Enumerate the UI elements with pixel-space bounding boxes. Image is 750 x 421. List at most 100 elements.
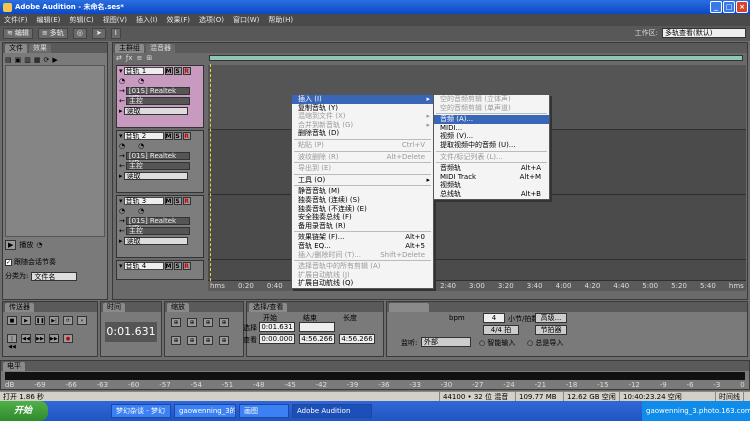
play-button[interactable]: ▶ xyxy=(21,316,31,325)
follow-session-checkbox[interactable]: ✓ 跟随会话节奏 xyxy=(5,257,56,267)
menu-item-0[interactable]: 文件(F) xyxy=(4,15,28,25)
volume-knob-icon[interactable]: ◔ xyxy=(119,142,125,150)
io-icon[interactable]: ⇄ xyxy=(116,54,122,62)
solo-button[interactable]: S xyxy=(173,132,182,140)
track-lane-3[interactable] xyxy=(208,195,746,260)
monitor-select[interactable]: 外部 xyxy=(421,337,471,347)
always-input-radio[interactable]: ○ 总是导入 xyxy=(527,338,563,348)
menu-item[interactable]: 提取视频中的音频 (U)... xyxy=(434,141,549,150)
menu-item[interactable]: 音轨 EQ... Alt+5 xyxy=(292,242,433,251)
workspace-select[interactable]: 多轨查看(默认) xyxy=(662,28,746,38)
track-name-field[interactable]: 音轨 3 xyxy=(123,197,164,205)
selection-end-field[interactable] xyxy=(299,322,335,332)
import-icon[interactable]: ▤ xyxy=(5,56,12,64)
menu-item-3[interactable]: 视图(V) xyxy=(103,15,127,25)
zoom-selection-button[interactable]: ⊕ xyxy=(187,336,197,345)
selection-start-field[interactable]: 0:01.631 xyxy=(259,322,295,332)
view-length-field[interactable]: 4:56.266 xyxy=(339,334,375,344)
edit-file-icon[interactable]: ▦ xyxy=(34,56,41,64)
menu-item-7[interactable]: 窗口(W) xyxy=(233,15,259,25)
menu-item[interactable]: 备用录音轨 (R) xyxy=(292,222,433,231)
menu-item-6[interactable]: 选项(O) xyxy=(199,15,224,25)
record-button[interactable]: R xyxy=(182,67,191,75)
fx-icon[interactable]: ƒx xyxy=(126,54,133,62)
multitrack-view-button[interactable]: ≡ 多轨 xyxy=(37,28,68,39)
track-name-field[interactable]: 音轨 2 xyxy=(123,132,164,140)
zoom-out-vertical-button[interactable]: ⊕ xyxy=(219,336,229,345)
file-list[interactable] xyxy=(5,65,105,237)
tab-main-group[interactable]: 主群组 xyxy=(115,44,144,53)
advanced-button[interactable]: 高级... xyxy=(535,313,567,323)
menu-item-2[interactable]: 剪辑(C) xyxy=(69,15,93,25)
edit-view-button[interactable]: ≋ 编辑 xyxy=(3,28,33,39)
go-start-button[interactable]: |◀◀ xyxy=(7,334,17,350)
solo-button[interactable]: S xyxy=(173,262,182,270)
track-output-select[interactable]: 主控 xyxy=(125,162,190,170)
menu-item[interactable]: 插入 (I) ▸ xyxy=(292,95,433,104)
track-collapse-icon[interactable]: ▾ xyxy=(119,197,123,205)
taskbar-item-0[interactable]: 梦幻杂谈 - 梦幻 xyxy=(111,404,171,418)
zoom-in-horizontal-button[interactable]: ⊕ xyxy=(171,318,181,327)
pause-button[interactable]: ❚❚ xyxy=(35,316,45,325)
track-output-select[interactable]: 主控 xyxy=(125,227,190,235)
tab-files[interactable]: 文件 xyxy=(5,44,27,53)
mute-button[interactable]: M xyxy=(164,262,173,270)
menu-item[interactable]: 视频轨 xyxy=(434,181,549,190)
record-button[interactable]: R xyxy=(182,262,191,270)
start-button[interactable]: 开始 xyxy=(0,401,48,421)
mute-button[interactable]: M xyxy=(164,197,173,205)
view-start-field[interactable]: 0:00.000 xyxy=(259,334,295,344)
sort-select[interactable]: 文件名 xyxy=(31,271,78,281)
menu-item[interactable]: 文件/标记列表 (L)... xyxy=(434,153,549,162)
menu-item[interactable]: 音频 (A)... xyxy=(434,115,549,124)
loop-button[interactable]: ⟳ xyxy=(63,316,73,325)
zoom-out-horizontal-button[interactable]: ⊕ xyxy=(187,318,197,327)
record-button[interactable]: ● xyxy=(63,334,73,343)
menu-item[interactable]: 空的音频剪辑 (单声道) xyxy=(434,104,549,113)
menu-item-1[interactable]: 编辑(E) xyxy=(37,15,61,25)
pan-knob-icon[interactable]: ◔ xyxy=(138,207,144,215)
menu-item[interactable]: 删除音轨 (D) xyxy=(292,129,433,138)
time-signature-select[interactable]: 4/4 拍 xyxy=(483,325,519,335)
track-header-4[interactable]: ▾ 音轨 4MSR xyxy=(116,260,204,280)
track-output-select[interactable]: 主控 xyxy=(125,97,190,105)
track-name-field[interactable]: 音轨 1 xyxy=(123,67,164,75)
loop-icon[interactable]: ⟳ xyxy=(44,56,50,64)
insert-icon[interactable]: ▥ xyxy=(24,56,31,64)
time-select-tool-button[interactable]: I xyxy=(110,28,121,39)
volume-knob-icon[interactable]: ◔ xyxy=(119,77,125,85)
pan-knob-icon[interactable]: ◔ xyxy=(138,77,144,85)
sends-icon[interactable]: ≡ xyxy=(136,54,142,62)
track-input-select[interactable]: [01S] Realtek HD xyxy=(125,152,190,167)
view-end-field[interactable]: 4:56.266 xyxy=(299,334,335,344)
mute-button[interactable]: M xyxy=(164,132,173,140)
tab-mixer[interactable]: 混音器 xyxy=(146,44,175,53)
record-button[interactable]: R xyxy=(182,132,191,140)
track-input-select[interactable]: [01S] Realtek HD xyxy=(125,217,190,232)
play-from-cursor-button[interactable]: ▶| xyxy=(49,316,59,325)
track-lane-4[interactable] xyxy=(208,260,746,281)
minimize-button[interactable]: _ xyxy=(710,1,722,13)
menu-item[interactable]: 安全独奏总线 (F) xyxy=(292,213,433,222)
forward-button[interactable]: ▶▶ xyxy=(35,334,45,343)
taskbar-item-2[interactable]: 画图 xyxy=(239,404,289,418)
pointer-tool-button[interactable]: ➤ xyxy=(91,28,106,39)
volume-knob-icon[interactable]: ◔ xyxy=(119,207,125,215)
menu-item[interactable]: 音频轨 Alt+A xyxy=(434,164,549,173)
menu-item[interactable]: 混缩到文件 (X) ▸ xyxy=(292,112,433,121)
menu-item-5[interactable]: 效果(F) xyxy=(167,15,191,25)
menu-item[interactable]: 扩展自动航线 (J) xyxy=(292,271,433,280)
menu-item[interactable]: 选择音轨中的所有剪辑 (A) xyxy=(292,262,433,271)
rewind-button[interactable]: ◀◀ xyxy=(21,334,31,343)
track-collapse-icon[interactable]: ▾ xyxy=(119,132,123,140)
overview-bar[interactable] xyxy=(209,55,743,61)
menu-item[interactable]: 独奏音轨 (不连续) (E) xyxy=(292,205,433,214)
mute-button[interactable]: M xyxy=(164,67,173,75)
track-automation-mode-select[interactable]: 读取 xyxy=(123,107,188,115)
solo-button[interactable]: S xyxy=(173,67,182,75)
window-titlebar[interactable]: Adobe Audition - 未命名.ses* _ □ × xyxy=(0,0,750,14)
menu-item[interactable]: 复制音轨 (Y) xyxy=(292,104,433,113)
time-ruler[interactable]: hms0:200:401:001:201:402:002:202:403:003… xyxy=(208,281,746,291)
track-collapse-icon[interactable]: ▾ xyxy=(119,262,123,270)
track-header-2[interactable]: ▾音轨 2MSR ◔ ◔ →[01S] Realtek HD←主控▸读取 xyxy=(116,130,204,193)
